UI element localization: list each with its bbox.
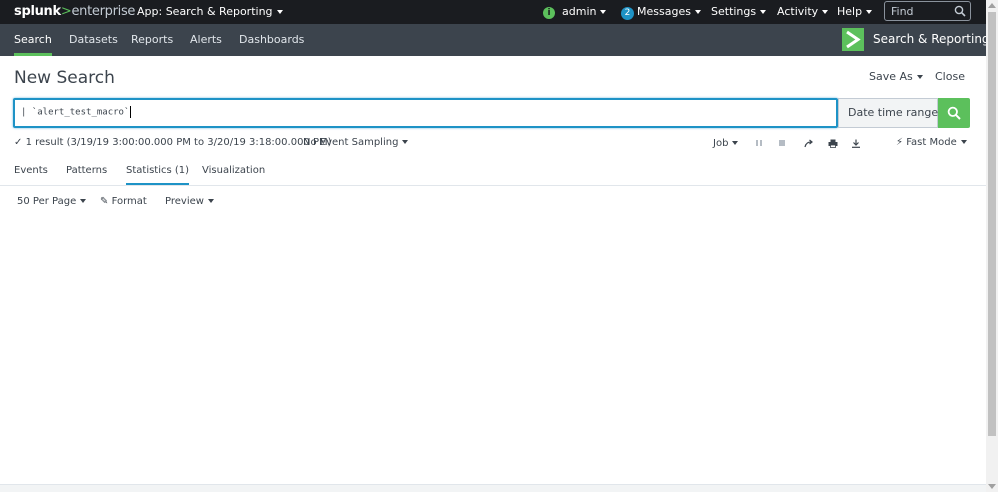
- activity-menu[interactable]: Activity: [777, 5, 829, 18]
- text-cursor: [130, 106, 132, 118]
- chevron-down-icon: [732, 141, 739, 145]
- chevron-down-icon: [402, 140, 409, 144]
- scroll-down-arrow-icon[interactable]: [988, 484, 996, 489]
- app-bar: Search Datasets Reports Alerts Dashboard…: [0, 24, 990, 56]
- pause-icon[interactable]: [755, 139, 763, 147]
- bottom-strip: [0, 484, 986, 492]
- chevron-down-icon: [80, 199, 87, 203]
- search-query-text: | `alert_test_macro`: [21, 107, 130, 118]
- tab-alerts[interactable]: Alerts: [190, 24, 222, 56]
- chevron-down-icon: [960, 140, 967, 144]
- preview-menu[interactable]: Preview: [165, 196, 214, 207]
- settings-menu[interactable]: Settings: [711, 5, 767, 18]
- export-icon[interactable]: [851, 139, 861, 148]
- chevron-down-icon: [276, 10, 283, 14]
- find-input[interactable]: [885, 2, 955, 20]
- app-menu[interactable]: App: Search & Reporting: [137, 5, 283, 18]
- check-icon: ✓: [14, 137, 26, 148]
- messages-menu[interactable]: 2 Messages: [621, 5, 701, 20]
- close-button[interactable]: Close: [935, 70, 965, 83]
- search-icon: [947, 106, 961, 120]
- chevron-down-icon: [207, 199, 214, 203]
- per-page-menu[interactable]: 50 Per Page: [17, 196, 87, 207]
- scrollbar-thumb[interactable]: [988, 12, 996, 436]
- search-query-input[interactable]: | `alert_test_macro`: [13, 98, 838, 128]
- print-icon[interactable]: [828, 139, 838, 148]
- tab-events[interactable]: Events: [14, 165, 48, 185]
- app-title: Search & Reporting: [873, 32, 990, 46]
- tab-statistics[interactable]: Statistics (1): [126, 165, 190, 185]
- user-menu[interactable]: i admin: [543, 5, 607, 19]
- chevron-down-icon: [760, 10, 767, 14]
- lightning-icon: ⚡: [896, 137, 907, 148]
- find-box: [884, 1, 971, 21]
- save-as-button[interactable]: Save As: [869, 70, 923, 83]
- format-button[interactable]: ✎ Format: [100, 196, 147, 207]
- tab-visualization[interactable]: Visualization: [202, 165, 265, 185]
- tab-search[interactable]: Search: [14, 24, 52, 56]
- search-mode-menu[interactable]: ⚡ Fast Mode: [896, 137, 967, 148]
- search-button[interactable]: [938, 98, 970, 128]
- stop-icon[interactable]: [778, 139, 786, 147]
- scroll-up-arrow-icon[interactable]: [988, 3, 996, 8]
- app-icon: [842, 28, 864, 51]
- splunk-logo[interactable]: splunk>enterprise: [14, 4, 135, 19]
- chevron-down-icon: [916, 75, 923, 79]
- page-title: New Search: [14, 68, 115, 88]
- search-icon[interactable]: [954, 5, 966, 17]
- chevron-down-icon: [600, 10, 607, 14]
- pencil-icon: ✎: [100, 196, 112, 207]
- time-range-picker[interactable]: Date time range: [838, 98, 949, 128]
- share-icon[interactable]: [804, 139, 814, 148]
- help-menu[interactable]: Help: [837, 5, 873, 18]
- tab-datasets[interactable]: Datasets: [69, 24, 118, 56]
- info-icon: i: [543, 7, 555, 19]
- tab-reports[interactable]: Reports: [131, 24, 173, 56]
- chevron-down-icon: [822, 10, 829, 14]
- job-menu[interactable]: Job: [713, 138, 739, 149]
- chevron-right-icon: [846, 30, 861, 49]
- result-status: ✓ 1 result (3/19/19 3:00:00.000 PM to 3/…: [14, 137, 332, 148]
- tab-dashboards[interactable]: Dashboards: [239, 24, 304, 56]
- tab-patterns[interactable]: Patterns: [66, 165, 107, 185]
- chevron-down-icon: [694, 10, 701, 14]
- top-bar: splunk>enterprise App: Search & Reportin…: [0, 0, 986, 24]
- chevron-down-icon: [866, 10, 873, 14]
- messages-count-badge: 2: [621, 7, 634, 20]
- event-sampling-menu[interactable]: No Event Sampling: [303, 137, 409, 148]
